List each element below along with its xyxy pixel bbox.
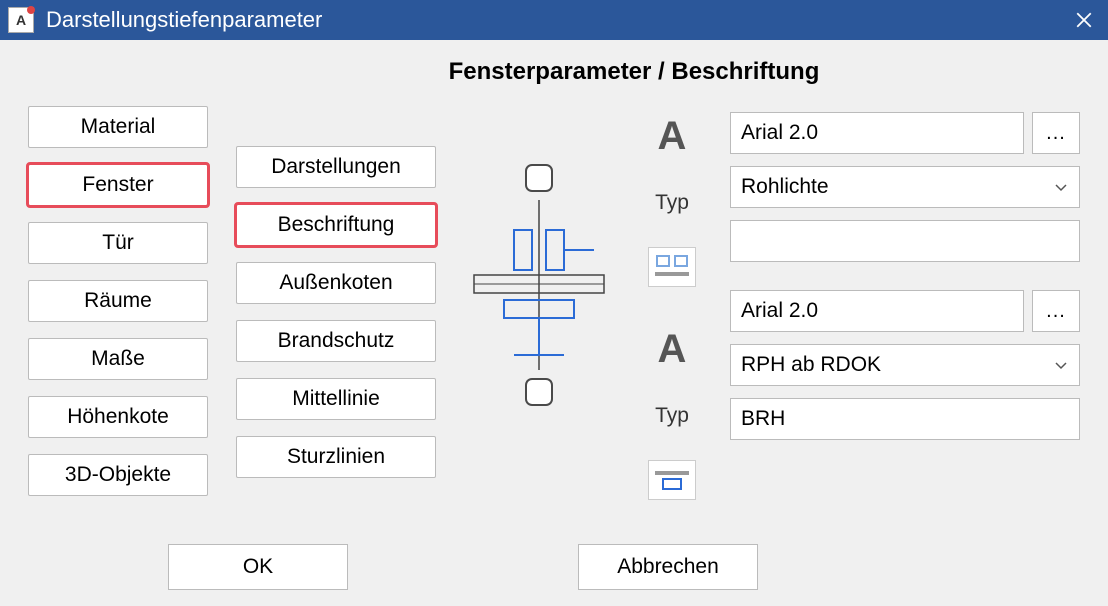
primary-tab-maße[interactable]: Maße <box>28 338 208 380</box>
main-row: Material Fenster Tür Räume Maße Höhenkote 3D-O… <box>28 106 1080 536</box>
page-title: Fensterparameter / Beschriftung <box>188 58 1080 86</box>
upper-font-icon: A <box>658 114 687 159</box>
secondary-tab-darstellungen[interactable]: Darstellungen <box>236 146 436 188</box>
upper-typ-label: Typ <box>655 191 689 215</box>
lower-typ-select[interactable]: RPH ab RDOK <box>730 344 1080 386</box>
primary-tab-3d-objekte[interactable]: 3D-Objekte <box>28 454 208 496</box>
titlebar: A Darstellungstiefenparameter <box>0 0 1108 40</box>
secondary-tab-beschriftung[interactable]: Beschriftung <box>236 204 436 246</box>
upper-checkbox[interactable] <box>525 164 553 192</box>
ok-button[interactable]: OK <box>168 544 348 590</box>
lower-prefix-icon <box>648 460 696 500</box>
app-icon: A <box>8 7 34 33</box>
lower-prefix-input[interactable]: BRH <box>730 398 1080 440</box>
window-title: Darstellungstiefenparameter <box>46 7 1060 33</box>
cancel-button[interactable]: Abbrechen <box>578 544 758 590</box>
footer: OK Abbrechen <box>28 544 1080 590</box>
window-preview-icon <box>464 200 614 370</box>
lower-font-icon: A <box>658 327 687 372</box>
preview-column <box>464 116 614 406</box>
upper-typ-select[interactable]: Rohlichte <box>730 166 1080 208</box>
lower-typ-label: Typ <box>655 404 689 428</box>
primary-tab-tür[interactable]: Tür <box>28 222 208 264</box>
chevron-down-icon <box>1053 179 1069 195</box>
fields-column: Arial 2.0 ... Rohlichte Arial 2.0 ... RP… <box>730 112 1080 452</box>
secondary-tab-sturzlinien[interactable]: Sturzlinien <box>236 436 436 478</box>
primary-tab-höhenkote[interactable]: Höhenkote <box>28 396 208 438</box>
upper-font-browse-button[interactable]: ... <box>1032 112 1080 154</box>
chevron-down-icon <box>1053 357 1069 373</box>
primary-tab-material[interactable]: Material <box>28 106 208 148</box>
lower-checkbox[interactable] <box>525 378 553 406</box>
secondary-tab-mittellinie[interactable]: Mittellinie <box>236 378 436 420</box>
upper-typ-value: Rohlichte <box>741 175 829 199</box>
window-body: Fensterparameter / Beschriftung Material… <box>0 40 1108 606</box>
upper-prefix-icon <box>648 247 696 287</box>
secondary-tab-außenkoten[interactable]: Außenkoten <box>236 262 436 304</box>
lower-font-browse-button[interactable]: ... <box>1032 290 1080 332</box>
secondary-tab-brandschutz[interactable]: Brandschutz <box>236 320 436 362</box>
close-button[interactable] <box>1060 0 1108 40</box>
primary-tab-fenster[interactable]: Fenster <box>28 164 208 206</box>
primary-tabs: Material Fenster Tür Räume Maße Höhenkote 3D-O… <box>28 106 208 496</box>
upper-font-input[interactable]: Arial 2.0 <box>730 112 1024 154</box>
lower-typ-value: RPH ab RDOK <box>741 353 881 377</box>
secondary-tabs: Darstellungen Beschriftung Außenkoten Brand… <box>236 146 436 478</box>
primary-tab-räume[interactable]: Räume <box>28 280 208 322</box>
labels-column: A Typ A Typ <box>642 114 702 500</box>
lower-font-input[interactable]: Arial 2.0 <box>730 290 1024 332</box>
upper-prefix-input[interactable] <box>730 220 1080 262</box>
close-icon <box>1075 11 1093 29</box>
